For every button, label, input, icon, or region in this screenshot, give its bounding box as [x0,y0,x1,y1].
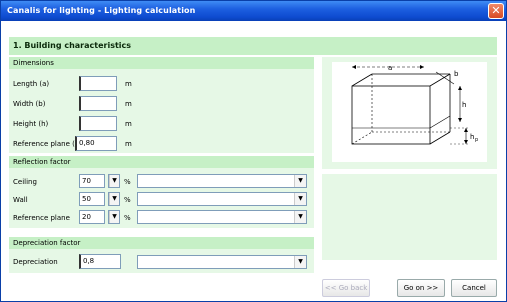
close-icon[interactable]: ✕ [488,3,504,19]
go-on-button[interactable]: Go on >> [397,279,445,297]
refplane-unit: % [124,214,131,222]
section-title: 1. Building characteristics [13,41,132,50]
chevron-down-icon: ▼ [109,193,119,205]
content-area: 1. Building characteristics Dimensions L… [4,23,503,299]
dimensions-panel: Dimensions Length (a) m Width (b) m Heig… [9,57,314,153]
wall-select[interactable]: 50 [79,192,105,206]
length-input[interactable] [79,76,117,91]
dim-hp-label: h [470,133,474,141]
chevron-down-icon: ▼ [109,175,119,187]
refplane-height-input[interactable]: 0,80 [75,136,117,151]
go-back-button[interactable]: << Go back [322,279,370,297]
depreciation-input[interactable]: 0,8 [79,254,121,269]
refplane-dropdown-button[interactable]: ▼ [108,210,120,224]
depreciation-panel: Depreciation factor Depreciation 0,8 ▼ [9,237,314,273]
length-unit: m [125,80,132,88]
refplane-reflection-label: Reference plane [13,214,70,222]
wall-label: Wall [13,196,28,204]
room-box-diagram: a b h h p [351,64,478,145]
dim-hp-sub: p [475,137,478,143]
height-unit: m [125,120,132,128]
width-unit: m [125,100,132,108]
section-header: 1. Building characteristics [9,37,497,55]
ceiling-select[interactable]: 70 [79,174,105,188]
wall-unit: % [124,196,131,204]
depreciation-desc-select[interactable]: ▼ [137,255,307,269]
ceiling-unit: % [124,178,131,186]
window-title: Canalis for lighting - Lighting calculat… [7,6,196,15]
reflection-header: Reflection factor [9,156,314,168]
chevron-down-icon: ▼ [294,193,306,205]
refplane-select[interactable]: 20 [79,210,105,224]
ceiling-label: Ceiling [13,178,37,186]
refplane-height-label: Reference plane ( [13,140,75,148]
chevron-down-icon: ▼ [294,256,306,268]
wall-dropdown-button[interactable]: ▼ [108,192,120,206]
chevron-down-icon: ▼ [294,211,306,223]
chevron-down-icon: ▼ [294,175,306,187]
diagram-panel: a b h h p [322,57,497,169]
wall-desc-select[interactable]: ▼ [137,192,307,206]
info-panel [322,174,497,260]
refplane-height-unit: m [125,140,132,148]
depreciation-label: Depreciation [13,258,58,266]
reflection-panel: Reflection factor Ceiling 70 ▼ % ▼ Wall … [9,156,314,228]
chevron-down-icon: ▼ [109,211,119,223]
length-label: Length (a) [13,80,50,88]
dim-b-label: b [454,70,459,78]
depreciation-header: Depreciation factor [9,237,314,249]
width-input[interactable] [79,96,117,111]
dim-h-label: h [462,101,466,109]
height-input[interactable] [79,116,117,131]
dimensions-header: Dimensions [9,57,314,69]
ceiling-desc-select[interactable]: ▼ [137,174,307,188]
refplane-desc-select[interactable]: ▼ [137,210,307,224]
width-label: Width (b) [13,100,46,108]
ceiling-dropdown-button[interactable]: ▼ [108,174,120,188]
dialog-window: Canalis for lighting - Lighting calculat… [0,0,507,302]
dim-a-label: a [388,64,392,72]
cancel-button[interactable]: Cancel [451,279,497,297]
title-bar: Canalis for lighting - Lighting calculat… [1,1,506,21]
room-diagram: a b h h p [332,62,487,162]
height-label: Height (h) [13,120,49,128]
